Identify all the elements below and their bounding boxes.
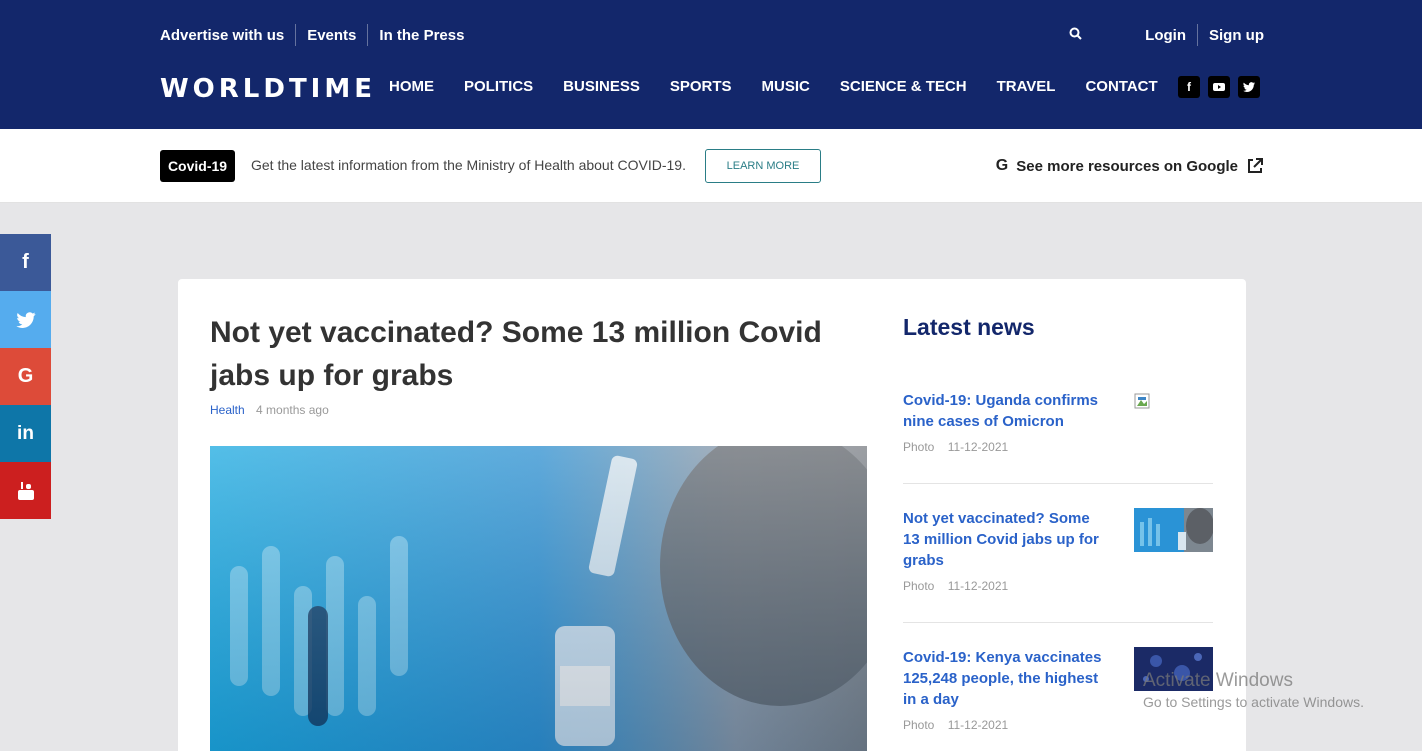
share-twitter-button[interactable] bbox=[0, 291, 51, 348]
top-links: Advertise with us Events In the Press bbox=[160, 24, 464, 46]
google-icon: G bbox=[17, 365, 34, 387]
google-resources-link[interactable]: G See more resources on Google bbox=[996, 157, 1264, 175]
article-title: Not yet vaccinated? Some 13 million Covi… bbox=[210, 316, 822, 392]
news-meta: Photo 11-12-2021 bbox=[903, 440, 1213, 454]
activate-windows-watermark: Activate Windows Go to Settings to activ… bbox=[1143, 670, 1364, 710]
share-google-button[interactable]: G bbox=[0, 348, 51, 405]
external-link-icon bbox=[1248, 158, 1263, 173]
events-link[interactable]: Events bbox=[307, 27, 356, 44]
google-icon: G bbox=[995, 157, 1009, 174]
share-youtube-button[interactable] bbox=[0, 462, 51, 519]
top-bar: Advertise with us Events In the Press Lo… bbox=[160, 24, 1264, 46]
article-category-link[interactable]: Health bbox=[210, 403, 245, 417]
news-item[interactable]: Covid-19: Uganda confirms nine cases of … bbox=[903, 390, 1213, 454]
nav-science-tech[interactable]: SCIENCE & TECH bbox=[840, 78, 967, 95]
news-meta: Photo 11-12-2021 bbox=[903, 718, 1213, 732]
share-sidebar: f G in bbox=[0, 234, 51, 519]
share-facebook-button[interactable]: f bbox=[0, 234, 51, 291]
watermark-subtitle: Go to Settings to activate Windows. bbox=[1143, 694, 1364, 710]
news-thumbnail[interactable] bbox=[1134, 508, 1213, 552]
facebook-icon[interactable]: f bbox=[1178, 76, 1200, 98]
search-icon[interactable] bbox=[1068, 26, 1084, 42]
covid-info-bar: Covid-19 Get the latest information from… bbox=[0, 129, 1422, 203]
covid-info-text: Get the latest information from the Mini… bbox=[251, 157, 686, 173]
youtube-icon[interactable] bbox=[1208, 76, 1230, 98]
advertise-link[interactable]: Advertise with us bbox=[160, 27, 284, 44]
nav-home[interactable]: HOME bbox=[389, 78, 434, 95]
divider bbox=[1197, 24, 1198, 46]
facebook-icon: f bbox=[22, 251, 29, 273]
news-date: 11-12-2021 bbox=[947, 718, 1009, 732]
main-nav: HOME POLITICS BUSINESS SPORTS MUSIC SCIE… bbox=[389, 78, 1188, 95]
divider bbox=[295, 24, 297, 46]
nav-sports[interactable]: SPORTS bbox=[670, 78, 732, 95]
login-link[interactable]: Login bbox=[1145, 27, 1186, 44]
news-type: Photo bbox=[903, 718, 935, 732]
covid-badge: Covid-19 bbox=[160, 150, 235, 182]
twitter-icon[interactable] bbox=[1238, 76, 1260, 98]
article-card: Not yet vaccinated? Some 13 million Covi… bbox=[178, 279, 1246, 751]
news-date: 11-12-2021 bbox=[947, 440, 1009, 454]
nav-travel[interactable]: TRAVEL bbox=[997, 78, 1056, 95]
twitter-icon bbox=[15, 311, 36, 328]
article-time: 4 months ago bbox=[256, 403, 329, 417]
learn-more-button[interactable]: LEARN MORE bbox=[705, 149, 821, 183]
linkedin-icon: in bbox=[17, 422, 34, 444]
google-resources-label: See more resources on Google bbox=[1016, 157, 1238, 175]
latest-news-heading: Latest news bbox=[903, 314, 1035, 340]
news-type: Photo bbox=[903, 440, 935, 454]
news-headline[interactable]: Not yet vaccinated? Some 13 million Covi… bbox=[903, 508, 1103, 571]
divider bbox=[903, 483, 1213, 484]
in-the-press-link[interactable]: In the Press bbox=[379, 27, 464, 44]
news-type: Photo bbox=[903, 579, 935, 593]
news-headline[interactable]: Covid-19: Uganda confirms nine cases of … bbox=[903, 390, 1103, 432]
watermark-title: Activate Windows bbox=[1143, 670, 1293, 691]
site-header: Advertise with us Events In the Press Lo… bbox=[0, 0, 1422, 129]
signup-link[interactable]: Sign up bbox=[1209, 27, 1264, 44]
nav-music[interactable]: MUSIC bbox=[762, 78, 810, 95]
auth-links: Login Sign up bbox=[1145, 24, 1264, 46]
site-logo[interactable]: WORLDTIME bbox=[160, 74, 376, 104]
news-headline[interactable]: Covid-19: Kenya vaccinates 125,248 peopl… bbox=[903, 647, 1103, 710]
article-meta: Health 4 months ago bbox=[210, 403, 329, 417]
news-date: 11-12-2021 bbox=[947, 579, 1009, 593]
divider bbox=[367, 24, 369, 46]
youtube-icon bbox=[17, 481, 34, 500]
nav-business[interactable]: BUSINESS bbox=[563, 78, 640, 95]
nav-contact[interactable]: CONTACT bbox=[1085, 78, 1157, 95]
broken-image-icon[interactable] bbox=[1134, 390, 1213, 434]
nav-politics[interactable]: POLITICS bbox=[464, 78, 533, 95]
news-item[interactable]: Not yet vaccinated? Some 13 million Covi… bbox=[903, 508, 1213, 593]
news-meta: Photo 11-12-2021 bbox=[903, 579, 1213, 593]
header-social-links: f bbox=[1178, 76, 1260, 98]
share-linkedin-button[interactable]: in bbox=[0, 405, 51, 462]
article-hero-image bbox=[210, 446, 867, 751]
divider bbox=[903, 622, 1213, 623]
